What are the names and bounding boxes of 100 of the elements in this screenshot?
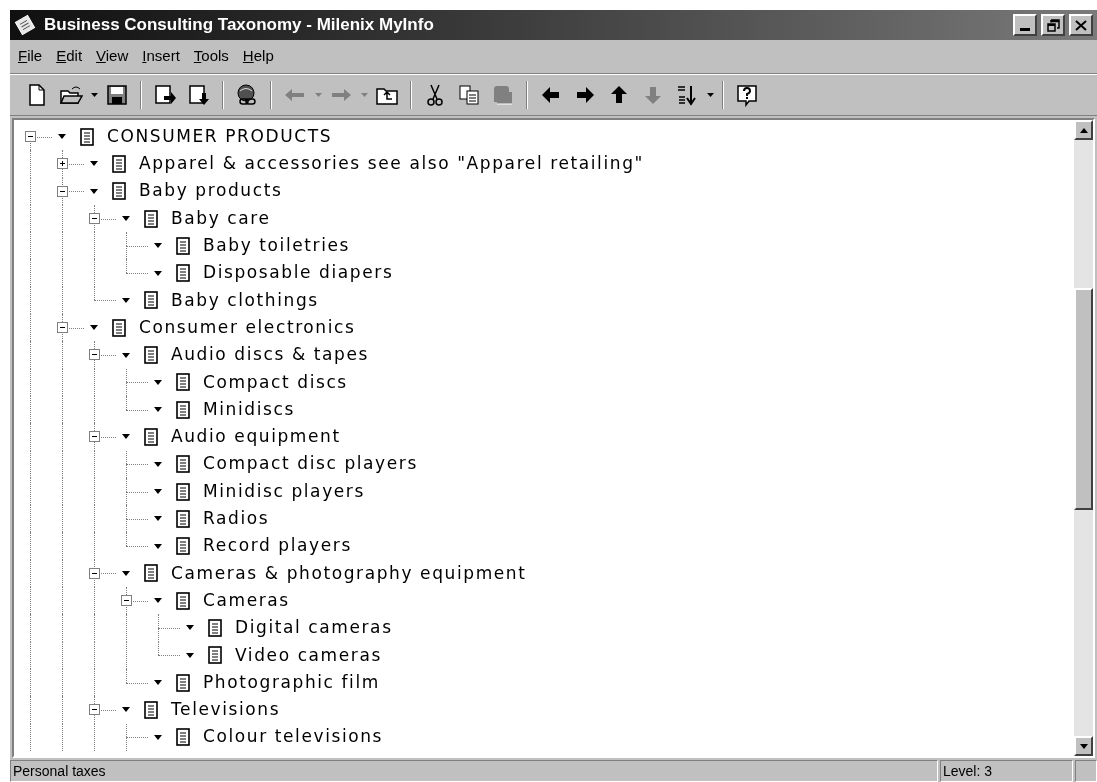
- caret-icon: [90, 93, 98, 97]
- window-title: Business Consulting Taxonomy - Milenix MyInfo: [44, 14, 434, 37]
- tree-item-label[interactable]: Cameras: [203, 587, 290, 614]
- tree-item-label[interactable]: Digital cameras: [235, 615, 393, 641]
- close-button[interactable]: [1069, 14, 1093, 36]
- tree-item-label[interactable]: Video cameras: [235, 642, 382, 669]
- collapse-toggle[interactable]: [89, 704, 100, 716]
- tree-item-label[interactable]: Record players: [203, 533, 352, 559]
- caret-icon[interactable]: [154, 489, 162, 494]
- menu-item[interactable]: File: [16, 45, 45, 68]
- scroll-thumb[interactable]: [1074, 288, 1093, 510]
- minus-icon: [60, 188, 65, 194]
- tree-item-label[interactable]: Televisions: [171, 697, 281, 723]
- collapse-toggle[interactable]: [89, 567, 100, 579]
- tree-item-label[interactable]: Minidiscs: [203, 396, 295, 423]
- help-bubble-icon: [735, 83, 759, 107]
- expand-toggle[interactable]: [57, 158, 68, 170]
- collapse-toggle[interactable]: [89, 349, 100, 361]
- tree-item-label[interactable]: Cameras & photography equipment: [171, 560, 527, 587]
- status-level: Level: 3: [940, 760, 1073, 782]
- minimize-button[interactable]: [1013, 14, 1037, 36]
- page-arrow-right-icon: [153, 83, 177, 107]
- document-icon: [80, 127, 94, 146]
- tree-item-label[interactable]: Apparel & accessories see also "Apparel retailing": [139, 151, 644, 177]
- document-icon: [176, 591, 190, 610]
- caret-icon[interactable]: [154, 243, 162, 249]
- tree-item-label[interactable]: Colour televisions: [203, 724, 384, 750]
- tree-item-label[interactable]: Photographic film: [203, 669, 380, 696]
- tree-item-label[interactable]: Compact discs: [203, 369, 348, 396]
- collapse-toggle[interactable]: [89, 431, 100, 443]
- collapse-toggle[interactable]: [57, 185, 68, 197]
- minus-icon: [92, 352, 97, 358]
- minimize-icon: [1020, 28, 1030, 31]
- tree-item-label[interactable]: Audio equipment: [171, 424, 341, 450]
- caret-icon[interactable]: [122, 297, 130, 303]
- caret-icon[interactable]: [122, 707, 130, 713]
- caret-icon[interactable]: [154, 379, 162, 385]
- tree-item-label[interactable]: Minidisc players: [203, 478, 365, 505]
- tree-item-label[interactable]: Baby products: [139, 178, 283, 204]
- document-icon: [112, 182, 126, 201]
- caret-icon[interactable]: [154, 270, 162, 276]
- tree-item-label[interactable]: Baby care: [171, 205, 271, 232]
- status-panel: [1075, 760, 1097, 782]
- scrollbar[interactable]: [1074, 120, 1093, 756]
- menu-item[interactable]: Edit: [54, 45, 85, 68]
- document-icon: [176, 509, 190, 528]
- restore-button[interactable]: [1041, 14, 1065, 36]
- minus-icon: [60, 325, 65, 331]
- collapse-toggle[interactable]: [89, 212, 100, 224]
- page-arrow-down-icon: [187, 83, 211, 107]
- caret-icon[interactable]: [58, 134, 66, 140]
- minus-icon: [92, 707, 97, 713]
- menu-item[interactable]: Tools: [191, 45, 231, 68]
- caret-icon[interactable]: [154, 516, 162, 522]
- tree-item-label[interactable]: Compact disc players: [203, 451, 418, 477]
- caret-icon[interactable]: [122, 570, 130, 576]
- plus-icon: [60, 161, 65, 167]
- tree-item-label[interactable]: Consumer electronics: [139, 314, 356, 341]
- caret-icon[interactable]: [154, 461, 162, 467]
- close-icon: [1075, 19, 1087, 31]
- tree-item-label[interactable]: Radios: [203, 506, 270, 532]
- document-icon: [144, 564, 158, 583]
- menu-item[interactable]: Help: [240, 45, 276, 68]
- caret-icon[interactable]: [122, 434, 130, 440]
- caret-icon: [706, 93, 714, 97]
- scroll-up-button[interactable]: [1074, 120, 1093, 140]
- caret-icon[interactable]: [90, 188, 98, 194]
- document-icon: [176, 728, 190, 747]
- document-icon: [176, 400, 190, 419]
- menu-item[interactable]: View: [94, 45, 131, 68]
- collapse-toggle[interactable]: [121, 595, 132, 607]
- caret-icon[interactable]: [154, 734, 162, 740]
- tree-item-label[interactable]: Disposable diapers: [203, 260, 394, 286]
- caret-icon[interactable]: [122, 352, 130, 358]
- tree-item-label[interactable]: CONSUMER PRODUCTS: [107, 123, 333, 150]
- scroll-down-button[interactable]: [1074, 736, 1093, 756]
- minus-icon: [28, 134, 33, 139]
- globe-link-icon: [235, 83, 259, 107]
- document-icon: [208, 646, 222, 665]
- status-message: Personal taxes: [10, 760, 938, 782]
- caret-icon[interactable]: [90, 161, 98, 167]
- down-arrow-icon: [1079, 743, 1088, 749]
- caret-icon[interactable]: [186, 625, 194, 631]
- collapse-toggle[interactable]: [57, 322, 68, 334]
- document-icon: [144, 427, 158, 446]
- restore-icon: [1046, 18, 1060, 32]
- caret-icon[interactable]: [154, 598, 162, 604]
- caret-icon[interactable]: [90, 325, 98, 331]
- menu-item[interactable]: Insert: [140, 45, 182, 68]
- caret-icon[interactable]: [186, 652, 194, 658]
- caret-icon[interactable]: [154, 543, 162, 549]
- tree-item-label[interactable]: Baby clothings: [171, 287, 319, 314]
- tree-item-label[interactable]: Baby toiletries: [203, 233, 350, 259]
- collapse-toggle[interactable]: [25, 131, 36, 142]
- caret-icon[interactable]: [122, 216, 130, 222]
- caret-icon[interactable]: [154, 407, 162, 413]
- caret-icon[interactable]: [154, 680, 162, 686]
- caret-icon: [314, 93, 322, 97]
- tree-item-label[interactable]: Audio discs & tapes: [171, 342, 369, 368]
- open-folder-icon: [59, 83, 83, 107]
